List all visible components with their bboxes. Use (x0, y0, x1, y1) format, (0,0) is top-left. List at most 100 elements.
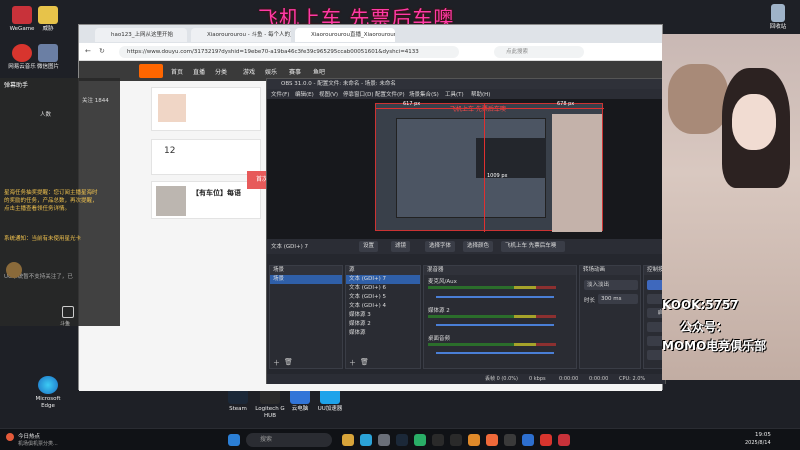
source-item[interactable]: 媒体源 3 (346, 311, 420, 320)
chrome-taskbar-icon[interactable] (522, 434, 534, 446)
nav-category[interactable]: 分类 (215, 67, 227, 76)
source-item[interactable]: 媒体源 (346, 329, 420, 338)
edge-taskbar-icon[interactable] (360, 434, 372, 446)
clock-time[interactable]: 19:05 (755, 432, 771, 438)
image-icon (38, 44, 58, 62)
volume-meter (428, 315, 556, 318)
volume-slider[interactable] (436, 324, 554, 326)
tab-douyu-home[interactable]: Xiaorourourou - 斗鱼 - 每个人的直播平台 (191, 28, 291, 42)
remove-source-icon[interactable]: 🗑 (360, 358, 369, 366)
guide-left-px: 617 px (403, 101, 421, 107)
volume-meter (428, 343, 556, 346)
wegame-taskbar-icon[interactable] (558, 434, 570, 446)
nav-events[interactable]: 赛事 (289, 67, 301, 76)
wechat-taskbar-icon[interactable] (414, 434, 426, 446)
volume-slider[interactable] (436, 352, 554, 354)
url-field[interactable]: https://www.douyu.com/3173219?dyshid=19e… (119, 46, 459, 58)
add-scene-icon[interactable]: ＋ (273, 358, 280, 368)
duration-input[interactable]: 300 ms (598, 294, 638, 304)
desktop-icon-photo[interactable]: 微信图片 (28, 44, 68, 71)
guide-bottom-px: 1009 px (487, 173, 508, 179)
tab-hao123[interactable]: hao123_上网从这里开始 (95, 28, 187, 42)
duration-label: 时长 (584, 298, 596, 304)
nested-webcam (552, 114, 602, 232)
nav-home[interactable]: 首页 (171, 67, 183, 76)
desktop-icon-threat[interactable]: 威胁 (28, 6, 68, 33)
menu-tools[interactable]: 工具(T) (445, 90, 464, 98)
browser-search-input[interactable]: 点此搜索 (494, 46, 584, 58)
start-icon[interactable] (228, 434, 240, 446)
back-icon[interactable]: ← (85, 47, 93, 55)
desktop-icon-recycle-bin[interactable]: 回收站 (758, 4, 798, 31)
chat-icon[interactable] (62, 306, 74, 318)
source-item[interactable]: 文本 (GDI+) 6 (346, 284, 420, 293)
clock-date[interactable]: 2025/8/14 (745, 440, 771, 446)
guide-line (376, 108, 604, 109)
source-settings-button[interactable]: 设置 (359, 241, 379, 252)
room-title: 【有车位】每语 (192, 189, 241, 197)
obs-preview[interactable]: 飞机上车 先票后车噢 617 px 678 px 1009 px (267, 99, 665, 239)
dropped-frames: 丢帧 0 (0.0%) (485, 376, 518, 382)
app-icon[interactable] (378, 434, 390, 446)
music-taskbar-icon[interactable] (540, 434, 552, 446)
app-icon[interactable] (468, 434, 480, 446)
steam-taskbar-icon[interactable] (396, 434, 408, 446)
edge-icon (38, 376, 58, 394)
bitrate: 0 kbps (529, 376, 546, 382)
taskbar: 今日热点 机场俱机票分类... 搜索 19:05 2025/8/14 (0, 428, 800, 450)
taskbar-search[interactable]: 搜索 (246, 433, 332, 447)
chat-avatar[interactable] (6, 262, 22, 278)
transition-select[interactable]: 淡入淡出 (584, 280, 638, 290)
source-item[interactable]: 文本 (GDI+) 4 (346, 302, 420, 311)
guide-line (484, 104, 485, 232)
follow-label: 关注 1844 (82, 98, 109, 104)
menu-view[interactable]: 视图(V) (319, 90, 338, 98)
add-source-icon[interactable]: ＋ (349, 358, 356, 368)
nav-ent[interactable]: 娱乐 (265, 67, 277, 76)
menu-scene-collection[interactable]: 场景集合(S) (409, 90, 439, 98)
person-face (732, 94, 776, 150)
nav-yuba[interactable]: 鱼吧 (313, 67, 325, 76)
preview-canvas[interactable]: 飞机上车 先票后车噢 (375, 103, 604, 232)
menu-edit[interactable]: 编辑(E) (295, 90, 314, 98)
desktop-icon-edge[interactable]: Microsoft Edge (28, 376, 68, 410)
file-explorer-icon[interactable] (342, 434, 354, 446)
text-content-field[interactable]: 飞机上车 先票后车噢 (501, 241, 565, 252)
nav-games[interactable]: 游戏 (243, 67, 255, 76)
live-timer: 0:00:00 (559, 376, 579, 382)
source-item[interactable]: 媒体源 2 (346, 320, 420, 329)
menu-docks[interactable]: 停靠窗口(D) (343, 90, 374, 98)
danmu-header: 弹幕助手 (4, 82, 29, 89)
app-icon[interactable] (450, 434, 462, 446)
news-icon[interactable] (6, 433, 14, 441)
reload-icon[interactable]: ↻ (99, 47, 107, 55)
gzh-label: 公众号： (680, 320, 729, 334)
promo-card[interactable] (151, 87, 261, 131)
menu-help[interactable]: 帮助(H) (471, 90, 490, 98)
remove-scene-icon[interactable]: 🗑 (284, 358, 293, 366)
menu-file[interactable]: 文件(F) (271, 90, 289, 98)
mixer-channel-label: 麦克风/Aux (428, 279, 457, 285)
stats-number: 12 (164, 146, 176, 156)
nav-live[interactable]: 直播 (193, 67, 205, 76)
source-filters-button[interactable]: 滤镜 (391, 241, 411, 252)
promo-image (158, 94, 186, 122)
obs-taskbar-icon[interactable] (504, 434, 516, 446)
douyu-taskbar-icon[interactable] (486, 434, 498, 446)
app-icon[interactable] (432, 434, 444, 446)
obs-window[interactable]: OBS 31.0.0 - 配置文件: 未命名 - 场景: 未命名 文件(F) 编… (266, 78, 713, 384)
news-sub: 机场俱机票分类... (18, 441, 58, 447)
volume-meter (428, 286, 556, 289)
source-item[interactable]: 文本 (GDI+) 5 (346, 293, 420, 302)
tab-douyu-room[interactable]: Xiaorourourou直播_Xiaorourourou... (295, 28, 395, 42)
tab-strip: hao123_上网从这里开始 Xiaorourourou - 斗鱼 - 每个人的… (79, 25, 662, 43)
select-color-button[interactable]: 选择颜色 (463, 241, 494, 252)
menu-profile[interactable]: 配置文件(P) (375, 90, 405, 98)
select-font-button[interactable]: 选择字体 (425, 241, 456, 252)
streamer-avatar[interactable] (156, 186, 186, 216)
douyu-logo[interactable] (139, 64, 163, 78)
scene-item[interactable]: 场景 (270, 275, 342, 284)
source-item[interactable]: 文本 (GDI+) 7 (346, 275, 420, 284)
volume-slider[interactable] (436, 296, 554, 298)
news-title[interactable]: 今日热点 (18, 432, 40, 440)
